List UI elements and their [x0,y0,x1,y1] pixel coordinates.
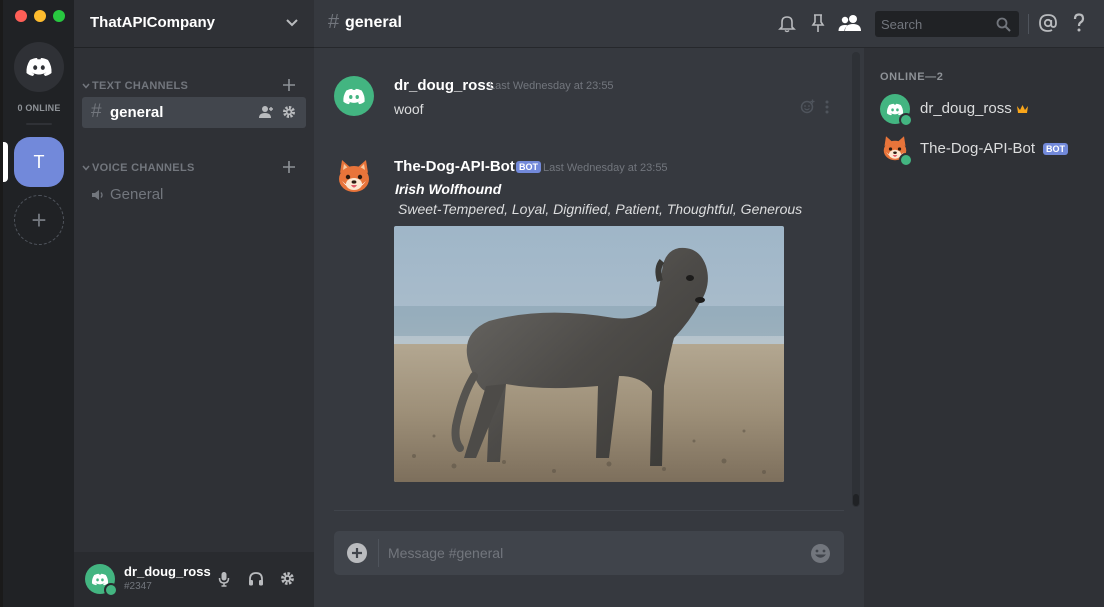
rail-divider [26,123,52,125]
category-collapse-icon[interactable] [82,82,90,90]
gear-icon[interactable] [282,105,296,119]
member-name: The-Dog-API-Bot [920,140,1036,157]
upload-plus-icon[interactable] [346,542,368,564]
message-input[interactable] [388,531,788,575]
shiba-bot-avatar-icon[interactable] [334,157,374,197]
message-author-avatar[interactable] [334,76,374,116]
add-reaction-icon[interactable] [800,99,815,114]
channel-title: general [345,14,402,31]
user-panel-username: dr_doug_ross [124,564,211,579]
discord-logo-icon [343,88,365,104]
member-item-the-dog-api-bot[interactable]: The-Dog-API-Bot BOT [872,132,1096,170]
add-server-button[interactable]: + [14,195,64,245]
message-composer [334,531,844,575]
user-settings-gear-icon[interactable] [280,571,295,586]
window-zoom-button[interactable] [53,10,65,22]
headphones-icon[interactable] [248,571,264,586]
embed-description: Sweet-Tempered, Loyal, Dignified, Patien… [398,201,803,217]
emoji-picker-icon[interactable] [810,543,831,564]
bot-tag: BOT [516,161,541,173]
speaker-icon [92,190,103,200]
wolfhound-photo [394,226,784,482]
message-scrollbar-thumb[interactable] [853,494,859,506]
category-collapse-icon[interactable] [82,164,90,172]
composer-divider-line [378,539,379,567]
window-close-button[interactable] [15,10,27,22]
message-timestamp: Last Wednesday at 23:55 [543,162,668,174]
voice-channel-name: General [110,186,164,203]
channel-sidebar: ThatAPICompany TEXT CHANNELS # general V… [74,0,314,607]
category-voice-channels[interactable]: VOICE CHANNELS [92,162,195,174]
server-header-divider [74,47,314,48]
server-icon-thatapicompany[interactable]: T [14,137,64,187]
hash-icon: # [91,101,102,122]
mentions-at-icon[interactable] [1039,14,1057,32]
member-list: ONLINE—2 dr_doug_ross The-Dog-API-Bot BO… [864,48,1104,607]
direct-messages-home-button[interactable] [14,42,64,92]
chevron-down-icon[interactable] [285,18,299,28]
embed-image[interactable] [394,226,784,482]
server-initial: T [33,151,45,172]
online-status-indicator [899,153,913,167]
active-server-indicator [3,142,8,182]
more-options-icon[interactable] [825,100,829,114]
chat-header: # general Search [314,0,1104,48]
help-question-icon[interactable] [1073,13,1085,33]
microphone-icon[interactable] [218,571,230,587]
category-text-channels[interactable]: TEXT CHANNELS [92,80,188,92]
bot-tag: BOT [1043,143,1068,155]
create-voice-channel-icon[interactable] [282,160,296,174]
user-panel-discriminator: #2347 [124,581,152,592]
window-minimize-button[interactable] [34,10,46,22]
channel-item-general[interactable]: # general [82,97,306,128]
message-timestamp: Last Wednesday at 23:55 [489,80,614,92]
notification-bell-icon[interactable] [778,14,796,33]
search-icon [996,17,1011,32]
plus-icon: + [31,204,47,235]
member-name: dr_doug_ross [920,100,1012,117]
server-owner-crown-icon [1017,105,1028,113]
online-status-indicator [899,113,913,127]
member-item-dr-doug-ross[interactable]: dr_doug_ross [872,92,1096,130]
invite-user-icon[interactable] [258,105,274,119]
hash-icon: # [328,11,340,33]
header-divider [1028,14,1029,34]
discord-logo-icon [26,58,52,76]
search-placeholder: Search [881,17,923,32]
online-status-indicator [104,583,118,597]
message-text: woof [394,101,424,117]
search-box[interactable]: Search [875,11,1019,37]
user-panel: dr_doug_ross #2347 [74,552,314,607]
server-name[interactable]: ThatAPICompany [90,14,215,31]
composer-divider [334,510,844,511]
message-author-name[interactable]: dr_doug_ross [394,77,494,94]
channel-name: general [110,104,164,121]
embed-title: Irish Wolfhound [395,181,502,197]
online-count-label: 0 ONLINE [17,103,61,113]
member-list-icon[interactable] [838,14,862,32]
channel-item-voice-general[interactable]: General [82,180,306,210]
message-scrollbar[interactable] [852,52,860,507]
message-author-name[interactable]: The-Dog-API-Bot [394,158,515,175]
pin-icon[interactable] [811,14,825,33]
create-text-channel-icon[interactable] [282,78,296,92]
member-category-online: ONLINE—2 [880,71,944,83]
